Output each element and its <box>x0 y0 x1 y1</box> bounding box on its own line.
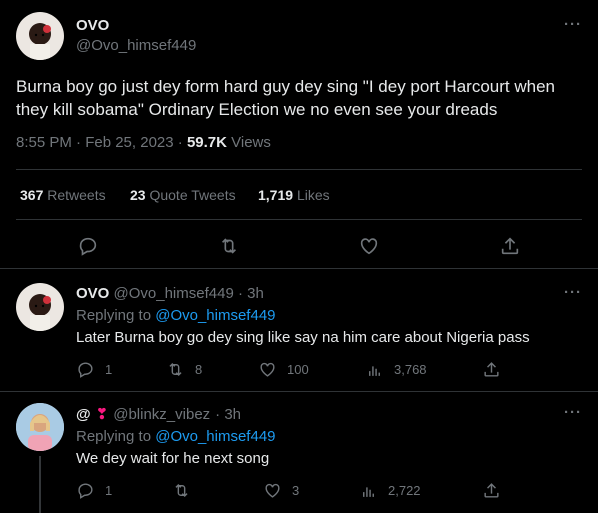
retweets-label: Retweets <box>47 187 106 203</box>
retweets-count: 367 <box>20 187 44 203</box>
like-count: 100 <box>287 362 309 377</box>
handle[interactable]: @blinkz_vibez <box>113 406 210 423</box>
like-icon <box>265 483 280 498</box>
retweet-button[interactable] <box>218 235 240 262</box>
tweet-text: Burna boy go just dey form hard guy dey … <box>16 77 555 119</box>
reply-button[interactable]: 1 <box>76 360 112 379</box>
views-count: 2,722 <box>388 483 421 498</box>
display-name[interactable]: OVO <box>76 285 109 302</box>
quotes-count: 23 <box>130 187 146 203</box>
replying-to-link[interactable]: @Ovo_himsef449 <box>155 428 275 445</box>
share-button[interactable] <box>482 360 501 379</box>
divider <box>0 391 598 392</box>
reply-header: @ ❣ @blinkz_vibez · 3h <box>76 405 241 424</box>
views-button[interactable]: 2,722 <box>359 481 421 500</box>
quotes-stat[interactable]: 23 Quote Tweets <box>130 187 236 203</box>
divider <box>16 169 582 170</box>
like-button[interactable]: 3 <box>263 481 299 500</box>
share-icon <box>484 362 499 377</box>
reply-button[interactable]: 1 <box>76 481 112 500</box>
reply-count: 1 <box>105 362 113 377</box>
retweets-stat[interactable]: 367 Retweets <box>20 187 106 203</box>
share-button[interactable] <box>482 481 501 500</box>
avatar[interactable] <box>16 403 64 451</box>
display-name[interactable]: OVO <box>76 17 109 34</box>
display-name[interactable]: @ <box>76 406 91 423</box>
views-count: 59.7K <box>186 134 227 151</box>
retweet-button[interactable]: 8 <box>166 360 202 379</box>
more-options-button[interactable]: ··· <box>564 16 582 33</box>
retweet-button[interactable] <box>172 481 201 500</box>
avatar[interactable] <box>16 283 64 331</box>
reply-text: Later Burna boy go dey sing like say na … <box>76 329 530 346</box>
retweet-icon <box>221 238 237 254</box>
like-count: 3 <box>292 483 300 498</box>
reply-icon <box>79 237 97 256</box>
like-button[interactable]: 100 <box>258 360 309 379</box>
retweet-icon <box>175 483 188 498</box>
replying-to: Replying to @Ovo_himsef449 <box>76 307 276 324</box>
retweet-count: 8 <box>195 362 203 377</box>
divider <box>16 219 582 220</box>
reply-button[interactable] <box>77 235 99 262</box>
handle[interactable]: @Ovo_himsef449 <box>76 37 196 54</box>
tweet-meta: 8:55 PM · Feb 25, 2023 · 59.7K Views <box>16 134 271 151</box>
reply-icon <box>78 362 93 378</box>
retweet-icon <box>169 362 182 377</box>
divider <box>0 268 598 269</box>
likes-label: Likes <box>296 187 330 203</box>
replying-to-link[interactable]: @Ovo_himsef449 <box>155 307 275 324</box>
quotes-label: Quote Tweets <box>149 187 236 203</box>
views-button[interactable]: 3,768 <box>365 360 427 379</box>
reply-text: We dey wait for he next song <box>76 450 270 467</box>
reply-count: 1 <box>105 483 113 498</box>
timestamp[interactable]: 8:55 PM · Feb 25, 2023 · <box>16 134 183 151</box>
thread-line <box>39 456 41 513</box>
replying-prefix: Replying to <box>76 307 152 324</box>
views-label: Views <box>231 134 271 151</box>
reply-time[interactable]: · 3h <box>215 406 241 423</box>
replying-prefix: Replying to <box>76 428 152 445</box>
like-button[interactable] <box>358 235 380 262</box>
views-icon <box>369 366 380 376</box>
share-button[interactable] <box>499 235 521 262</box>
more-options-button[interactable]: ··· <box>564 404 582 421</box>
reply-time[interactable]: · 3h <box>238 285 264 302</box>
views-icon <box>363 487 374 497</box>
reply-header: OVO @Ovo_himsef449 · 3h <box>76 285 264 302</box>
like-icon <box>260 362 275 377</box>
reply-icon <box>78 483 93 499</box>
views-count: 3,768 <box>394 362 427 377</box>
handle[interactable]: @Ovo_himsef449 <box>114 285 234 302</box>
share-icon <box>484 483 499 498</box>
heart-emoji-icon: ❣ <box>95 406 109 423</box>
avatar[interactable] <box>16 12 64 60</box>
likes-count: 1,719 <box>258 187 294 203</box>
likes-stat[interactable]: 1,719 Likes <box>258 187 330 203</box>
replying-to: Replying to @Ovo_himsef449 <box>76 428 276 445</box>
like-icon <box>360 238 378 255</box>
more-options-button[interactable]: ··· <box>564 284 582 301</box>
share-icon <box>501 237 519 255</box>
